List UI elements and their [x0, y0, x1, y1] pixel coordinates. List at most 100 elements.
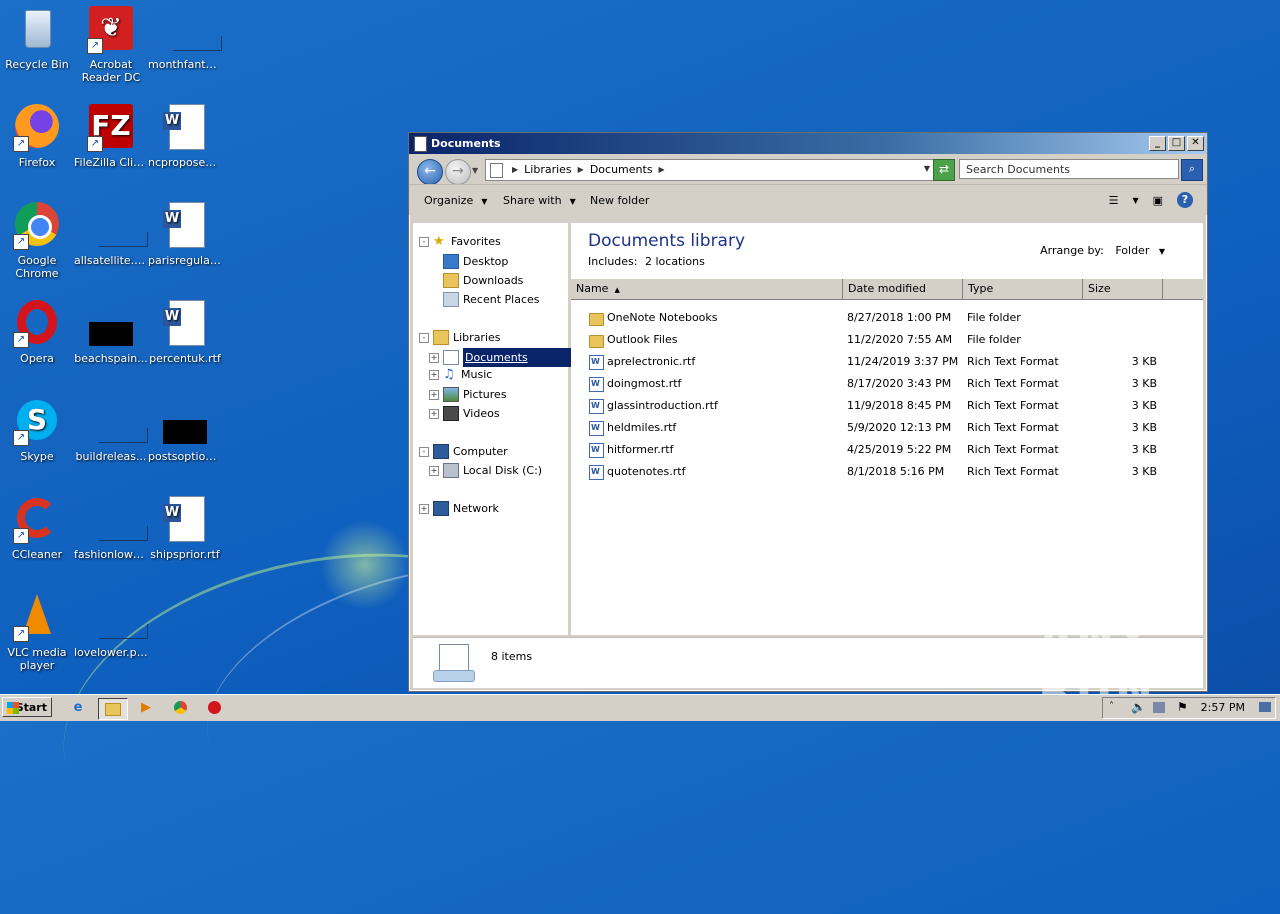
show-desktop-icon[interactable] — [1259, 702, 1271, 712]
nav-downloads[interactable]: Downloads — [443, 273, 523, 288]
nav-libraries[interactable]: - Libraries — [419, 330, 501, 345]
recent-pages-dropdown[interactable]: ▼ — [472, 166, 478, 175]
includes-locations-link[interactable]: 2 locations — [645, 255, 705, 268]
minimize-button[interactable]: _ — [1149, 136, 1166, 151]
desktop-icon-allsatellite[interactable]: allsatellite.png — [74, 202, 148, 267]
file-date-modified: 8/17/2020 3:43 PM — [847, 377, 952, 390]
desktop-icon-chrome[interactable]: ↗ Google Chrome — [0, 202, 74, 280]
desktop-icon-skype[interactable]: S ↗ Skype — [0, 398, 74, 463]
file-row[interactable]: heldmiles.rtf 5/9/2020 12:13 PM Rich Text … — [571, 417, 1203, 439]
nav-network[interactable]: + Network — [419, 501, 499, 516]
chevron-down-icon[interactable]: ▼ — [1159, 247, 1165, 256]
action-center-flag-icon[interactable]: ⚑ — [1177, 700, 1188, 714]
chrome-taskbar-icon[interactable] — [170, 698, 190, 718]
rtf-document-icon — [589, 373, 604, 395]
desktop-icon-opera[interactable]: ↗ Opera — [0, 300, 74, 365]
window-titlebar[interactable]: Documents _ □ ✕ — [409, 133, 1207, 154]
breadcrumb-libraries[interactable]: Libraries — [524, 163, 572, 176]
desktop-icon-monthfanta[interactable]: monthfanta... — [148, 6, 222, 71]
desktop-icon-fashionlowe[interactable]: fashionlowe... — [74, 496, 148, 561]
file-row[interactable]: doingmost.rtf 8/17/2020 3:43 PM Rich Text … — [571, 373, 1203, 395]
file-row[interactable]: aprelectronic.rtf 11/24/2019 3:37 PM Rich … — [571, 351, 1203, 373]
desktop-icon-recycle-bin[interactable]: Recycle Bin — [0, 6, 74, 71]
arrange-by-dropdown[interactable]: Folder — [1115, 244, 1149, 257]
column-date-modified[interactable]: Date modified — [843, 279, 963, 299]
nav-desktop[interactable]: Desktop — [443, 254, 508, 269]
desktop-icon-shipsprior[interactable]: W shipsprior.rtf — [148, 496, 222, 561]
desktop-icon-parisregular[interactable]: W parisregular... — [148, 202, 222, 267]
file-row[interactable]: quotenotes.rtf 8/1/2018 5:16 PM Rich Text … — [571, 461, 1203, 483]
desktop-icon-vlc[interactable]: ↗ VLC media player — [0, 594, 74, 672]
desktop-icon-lovelower[interactable]: lovelower.png — [74, 594, 148, 659]
breadcrumb-documents[interactable]: Documents — [590, 163, 653, 176]
desktop-icon-buildreleas[interactable]: buildreleas... — [74, 398, 148, 463]
search-icon[interactable]: ⌕ — [1181, 159, 1203, 181]
start-button[interactable]: Start — [2, 697, 52, 717]
expand-icon[interactable]: + — [429, 352, 439, 363]
computer-icon — [433, 444, 449, 459]
close-button[interactable]: ✕ — [1187, 136, 1204, 151]
internet-explorer-icon[interactable]: e — [68, 698, 88, 718]
forward-button[interactable]: → — [445, 159, 471, 185]
preview-pane-icon[interactable]: ▣ — [1153, 194, 1163, 207]
desktop-icon-percentuk[interactable]: W percentuk.rtf — [148, 300, 222, 365]
search-input[interactable]: Search Documents — [959, 159, 1179, 179]
desktop-icon-firefox[interactable]: ↗ Firefox — [0, 104, 74, 169]
show-hidden-icons-icon[interactable]: ˄ — [1109, 701, 1114, 712]
back-button[interactable]: ← — [417, 159, 443, 185]
organize-button[interactable]: Organize ▼ — [424, 194, 487, 207]
view-dropdown-icon[interactable]: ▼ — [1132, 196, 1138, 205]
expand-icon[interactable]: + — [429, 369, 439, 380]
file-row[interactable]: OneNote Notebooks 8/27/2018 1:00 PM File f… — [571, 307, 1203, 329]
file-row[interactable]: Outlook Files 11/2/2020 7:55 AM File folde… — [571, 329, 1203, 351]
media-player-icon[interactable]: ▶ — [136, 698, 156, 718]
volume-icon[interactable]: 🔈 — [1131, 700, 1146, 714]
desktop-icon-ncproposed[interactable]: W ncproposed... — [148, 104, 222, 169]
clock[interactable]: 2:57 PM — [1201, 698, 1245, 718]
expand-icon[interactable]: + — [429, 408, 439, 419]
address-dropdown-icon[interactable]: ▼ — [924, 164, 930, 173]
explorer-taskbar-button[interactable] — [98, 698, 128, 720]
recycle-bin-icon — [13, 6, 61, 54]
nav-documents[interactable]: + Documents — [429, 348, 576, 367]
opera-taskbar-icon[interactable] — [204, 698, 224, 718]
nav-videos[interactable]: + Videos — [429, 406, 500, 421]
nav-pictures[interactable]: + Pictures — [429, 387, 507, 402]
collapse-icon[interactable]: - — [419, 446, 429, 457]
expand-icon[interactable]: + — [419, 503, 429, 514]
address-bar[interactable]: ▶ Libraries ▶ Documents ▶ ▼ — [485, 159, 937, 181]
nav-label: Desktop — [463, 255, 509, 268]
network-tray-icon[interactable] — [1153, 702, 1165, 713]
desktop-icon-filezilla[interactable]: FZ ↗ FileZilla Client — [74, 104, 148, 169]
nav-local-disk[interactable]: + Local Disk (C:) — [429, 463, 542, 478]
help-icon[interactable]: ? — [1177, 192, 1193, 208]
nav-computer[interactable]: - Computer — [419, 444, 508, 459]
refresh-button[interactable]: ⇄ — [933, 159, 955, 181]
chevron-right-icon[interactable]: ▶ — [512, 165, 518, 174]
explorer-window[interactable]: Documents _ □ ✕ ← → ▼ ▶ Libraries ▶ Docu… — [408, 132, 1208, 692]
column-type[interactable]: Type — [963, 279, 1083, 299]
collapse-icon[interactable]: - — [419, 236, 429, 247]
expand-icon[interactable]: + — [429, 389, 439, 400]
chevron-right-icon[interactable]: ▶ — [659, 165, 665, 174]
column-name[interactable]: Name ▲ — [571, 279, 843, 299]
nav-label: Computer — [453, 445, 508, 458]
nav-label-selected: Documents — [463, 348, 576, 367]
maximize-button[interactable]: □ — [1168, 136, 1185, 151]
share-with-button[interactable]: Share with ▼ — [503, 194, 576, 207]
nav-music[interactable]: + ♫ Music — [429, 368, 492, 381]
collapse-icon[interactable]: - — [419, 332, 429, 343]
desktop-icon-beachspain[interactable]: beachspain... — [74, 300, 148, 365]
column-size[interactable]: Size — [1083, 279, 1163, 299]
file-row[interactable]: glassintroduction.rtf 11/9/2018 8:45 PM Ri… — [571, 395, 1203, 417]
desktop-icon-postsoption[interactable]: postsoption... — [148, 398, 222, 463]
chevron-right-icon[interactable]: ▶ — [578, 165, 584, 174]
desktop-icon-ccleaner[interactable]: ↗ CCleaner — [0, 496, 74, 561]
desktop-icon-acrobat[interactable]: ❦ ↗ Acrobat Reader DC — [74, 6, 148, 84]
expand-icon[interactable]: + — [429, 465, 439, 476]
change-view-icon[interactable]: ☰ — [1109, 194, 1119, 207]
file-row[interactable]: hitformer.rtf 4/25/2019 5:22 PM Rich Text … — [571, 439, 1203, 461]
nav-favorites[interactable]: - ★ Favorites — [419, 235, 501, 248]
new-folder-button[interactable]: New folder — [590, 194, 649, 207]
nav-recent-places[interactable]: Recent Places — [443, 292, 540, 307]
